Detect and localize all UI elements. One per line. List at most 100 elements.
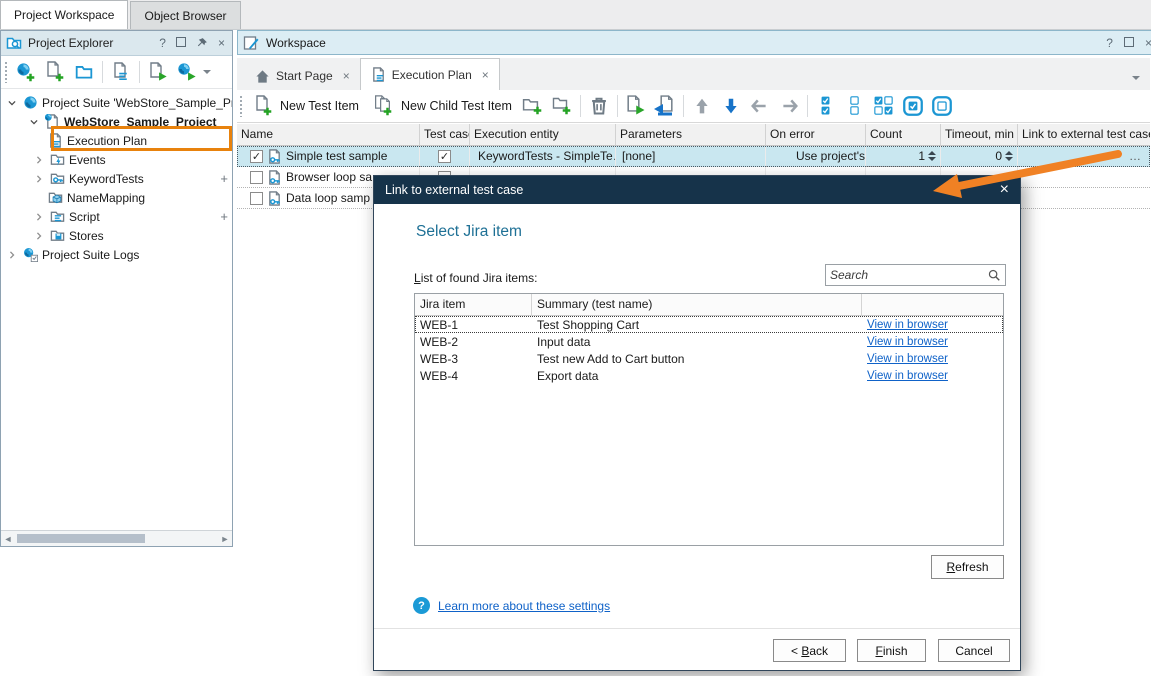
organize-items-button[interactable] (108, 59, 134, 85)
refresh-button[interactable]: Refresh (931, 555, 1004, 579)
column-header-blank[interactable] (862, 294, 1003, 316)
scroll-left-arrow[interactable]: ◄ (1, 534, 15, 544)
move-left-button[interactable] (747, 93, 773, 119)
column-header-name[interactable]: Name (237, 124, 420, 146)
chevron-right-icon[interactable] (32, 155, 46, 165)
column-header-summary[interactable]: Summary (test name) (532, 294, 862, 316)
project-suite-icon (23, 95, 38, 110)
search-input[interactable] (826, 268, 983, 282)
jira-item-row[interactable]: WEB-3 Test new Add to Cart button View i… (415, 350, 1003, 367)
new-group-button[interactable] (520, 93, 546, 119)
item-checkbox[interactable] (250, 192, 263, 205)
tree-item-events[interactable]: Events (1, 150, 232, 169)
horizontal-scrollbar[interactable]: ◄ ► (1, 530, 232, 546)
dialog-title-bar[interactable]: Link to external test case × (374, 176, 1020, 204)
finish-button[interactable]: Finish (857, 639, 926, 662)
run-options-dropdown[interactable] (203, 70, 211, 74)
chevron-right-icon[interactable] (32, 174, 46, 184)
column-header-jira-item[interactable]: Jira item (415, 294, 532, 316)
timeout-spinner[interactable] (1005, 151, 1013, 161)
chevron-down-icon[interactable] (27, 117, 41, 127)
view-in-browser-link[interactable]: View in browser (867, 336, 948, 348)
tab-list-dropdown[interactable] (1132, 76, 1140, 80)
new-child-test-item-button[interactable]: New Child Test Item (367, 93, 517, 119)
new-child-group-button[interactable] (549, 93, 575, 119)
new-project-button[interactable] (42, 59, 68, 85)
tab-execution-plan[interactable]: Execution Plan × (360, 58, 500, 90)
chevron-right-icon[interactable] (32, 212, 46, 222)
maximize-button[interactable] (1122, 36, 1136, 50)
add-keywordtest-button[interactable]: + (220, 171, 228, 186)
close-icon[interactable]: × (1000, 182, 1009, 198)
close-button[interactable]: × (1143, 36, 1151, 50)
view-in-browser-link[interactable]: View in browser (867, 353, 948, 365)
item-checkbox[interactable] (250, 150, 263, 163)
count-spinner[interactable] (928, 151, 936, 161)
run-project-suite-button[interactable] (174, 59, 200, 85)
new-project-suite-button[interactable] (13, 59, 39, 85)
tab-project-workspace[interactable]: Project Workspace (0, 0, 128, 29)
close-tab-icon[interactable]: × (343, 69, 350, 83)
item-checkbox[interactable] (250, 171, 263, 184)
move-up-button[interactable] (689, 93, 715, 119)
help-button[interactable]: ? (157, 36, 168, 50)
uncheck-selected-button[interactable] (929, 93, 955, 119)
tree-item-project-suite-logs[interactable]: Project Suite Logs (1, 245, 232, 264)
tree-item-project-suite[interactable]: Project Suite 'WebStore_Sample_Project' (1, 93, 232, 112)
column-header-timeout[interactable]: Timeout, min (941, 124, 1018, 146)
delete-button[interactable] (586, 93, 612, 119)
learn-more-link[interactable]: Learn more about these settings (438, 599, 610, 613)
tree-item-keywordtests[interactable]: KeywordTests + (1, 169, 232, 188)
tree-item-execution-plan[interactable]: Execution Plan (1, 131, 232, 150)
help-button[interactable]: ? (1104, 36, 1115, 50)
back-button[interactable]: < Back (773, 639, 846, 662)
add-script-button[interactable]: + (220, 209, 228, 224)
project-explorer-header: Project Explorer ? × (1, 31, 232, 56)
test-case-checkbox[interactable] (438, 150, 451, 163)
tree-item-project[interactable]: WebStore_Sample_Project (1, 112, 232, 131)
search-icon[interactable] (983, 268, 1005, 282)
jira-item-row[interactable]: WEB-1 Test Shopping Cart View in browser (415, 316, 1003, 333)
chevron-down-icon[interactable] (5, 98, 19, 108)
test-item-row[interactable]: Simple test sample KeywordTests - Simple… (237, 146, 1150, 167)
column-header-link[interactable]: Link to external test case (1018, 124, 1150, 146)
pin-button[interactable] (194, 37, 210, 49)
column-header-on-error[interactable]: On error (766, 124, 866, 146)
new-test-item-button[interactable]: New Test Item (248, 93, 364, 119)
view-in-browser-link[interactable]: View in browser (867, 319, 948, 331)
maximize-button[interactable] (174, 36, 188, 50)
uncheck-all-button[interactable] (842, 93, 868, 119)
invert-checks-button[interactable] (871, 93, 897, 119)
jira-item-row[interactable]: WEB-4 Export data View in browser (415, 367, 1003, 384)
jira-item-row[interactable]: WEB-2 Input data View in browser (415, 333, 1003, 350)
run-project-button[interactable] (145, 59, 171, 85)
open-file-button[interactable] (71, 59, 97, 85)
chevron-right-icon[interactable] (32, 231, 46, 241)
column-header-count[interactable]: Count (866, 124, 941, 146)
move-right-button[interactable] (776, 93, 802, 119)
check-selected-button[interactable] (900, 93, 926, 119)
scroll-right-arrow[interactable]: ► (218, 534, 232, 544)
scrollbar-thumb[interactable] (17, 534, 145, 543)
tree-item-stores[interactable]: Stores (1, 226, 232, 245)
link-test-case-button[interactable]: … (1129, 149, 1142, 163)
run-selected-items-button[interactable] (652, 93, 678, 119)
view-in-browser-link[interactable]: View in browser (867, 370, 948, 382)
tree-item-script[interactable]: Script + (1, 207, 232, 226)
toolbar-grip[interactable] (239, 95, 243, 117)
tab-object-browser[interactable]: Object Browser (130, 1, 240, 29)
toolbar-grip[interactable] (4, 61, 8, 83)
move-down-button[interactable] (718, 93, 744, 119)
close-button[interactable]: × (216, 36, 227, 50)
close-tab-icon[interactable]: × (482, 68, 489, 82)
tab-start-page[interactable]: Start Page × (245, 62, 360, 90)
run-test-item-button[interactable] (623, 93, 649, 119)
cancel-button[interactable]: Cancel (938, 639, 1010, 662)
column-header-execution-entity[interactable]: Execution entity (470, 124, 616, 146)
column-header-parameters[interactable]: Parameters (616, 124, 766, 146)
dialog-title: Link to external test case (385, 183, 523, 197)
tree-item-namemapping[interactable]: NameMapping (1, 188, 232, 207)
check-all-button[interactable] (813, 93, 839, 119)
chevron-right-icon[interactable] (5, 250, 19, 260)
column-header-test-case[interactable]: Test case (420, 124, 470, 146)
